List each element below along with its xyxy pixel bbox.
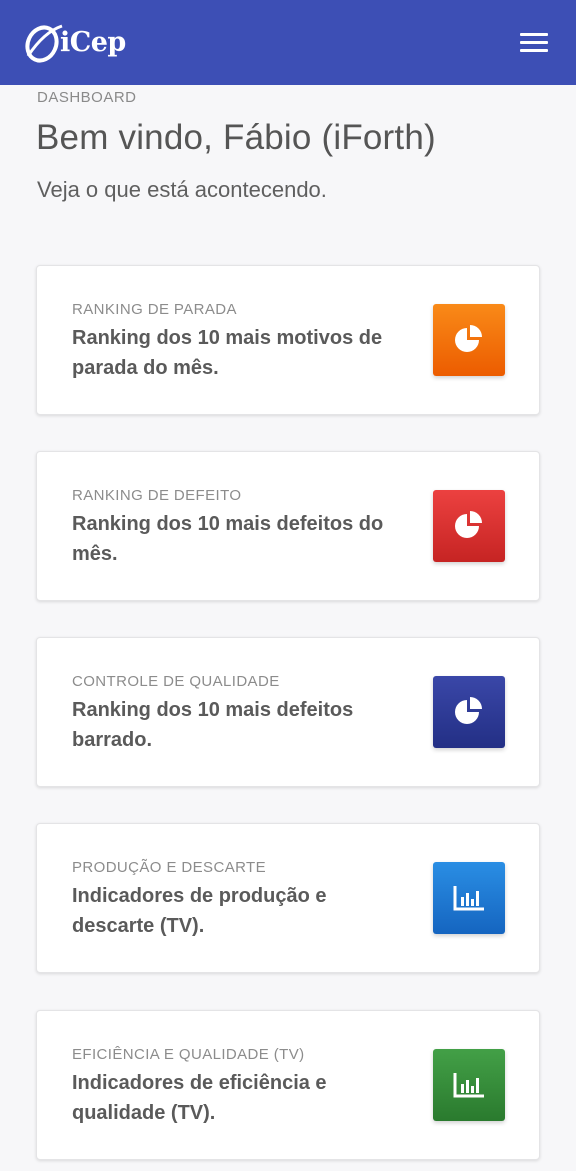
page-subtitle: Veja o que está acontecendo.	[37, 177, 327, 202]
page-title: Bem vindo, Fábio (iForth)	[36, 118, 436, 157]
bar-chart-icon	[433, 862, 505, 934]
pie-chart-icon	[433, 490, 505, 562]
pie-chart-icon	[433, 676, 505, 748]
card-controle-qualidade[interactable]: CONTROLE DE QUALIDADE Ranking dos 10 mai…	[36, 637, 540, 787]
card-description: Ranking dos 10 mais defeitos do mês.	[72, 513, 384, 565]
card-ranking-parada[interactable]: RANKING DE PARADA Ranking dos 10 mais mo…	[36, 265, 540, 415]
card-description: Ranking dos 10 mais defeitos barrado.	[72, 699, 354, 751]
card-ranking-defeito[interactable]: RANKING DE DEFEITO Ranking dos 10 mais d…	[36, 451, 540, 601]
card-description: Ranking dos 10 mais motivos de parada do…	[72, 327, 383, 379]
card-eficiencia-qualidade[interactable]: EFICIÊNCIA E QUALIDADE (TV) Indicadores …	[36, 1010, 540, 1160]
app-logo[interactable]: iCep	[24, 22, 126, 64]
pie-chart-icon	[433, 304, 505, 376]
card-category: RANKING DE PARADA	[72, 301, 237, 318]
breadcrumb: DASHBOARD	[37, 89, 137, 106]
bar-chart-icon	[433, 1049, 505, 1121]
card-category: EFICIÊNCIA E QUALIDADE (TV)	[72, 1046, 305, 1063]
card-category: RANKING DE DEFEITO	[72, 487, 242, 504]
card-category: PRODUÇÃO E DESCARTE	[72, 859, 267, 876]
card-description: Indicadores de produção e descarte (TV).	[72, 885, 327, 937]
card-producao-descarte[interactable]: PRODUÇÃO E DESCARTE Indicadores de produ…	[36, 823, 540, 973]
logo-swoosh-icon	[25, 24, 63, 63]
logo-text: iCep	[60, 27, 126, 58]
hamburger-menu-icon[interactable]	[520, 32, 550, 54]
card-description: Indicadores de eficiência e qualidade (T…	[72, 1072, 327, 1124]
card-category: CONTROLE DE QUALIDADE	[72, 673, 280, 690]
top-app-bar: iCep	[0, 0, 576, 85]
